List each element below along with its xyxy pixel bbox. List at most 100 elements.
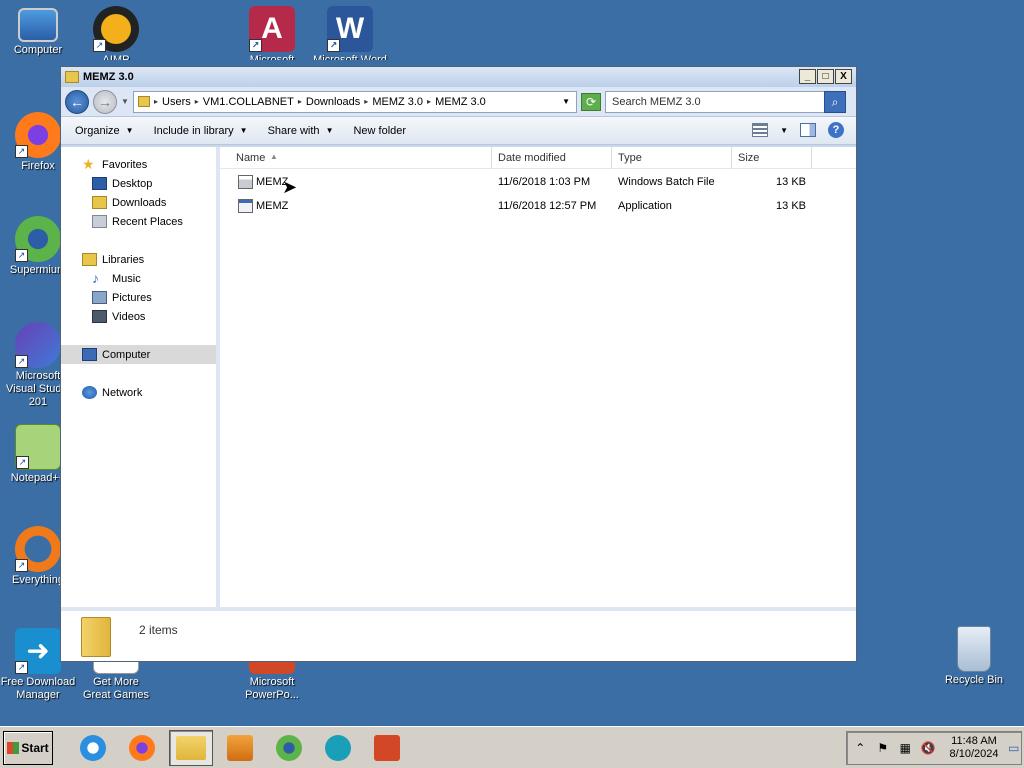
taskbar-firefox[interactable] xyxy=(120,730,164,766)
column-header-name-label: Name xyxy=(236,152,266,164)
libraries-icon xyxy=(82,253,97,266)
share-with-button[interactable]: Share with ▼ xyxy=(268,125,334,137)
desktop-icon-word[interactable]: W ↗ Microsoft Word xyxy=(312,6,388,60)
nav-videos[interactable]: Videos xyxy=(61,307,216,326)
organize-label: Organize xyxy=(75,124,120,137)
maximize-button[interactable]: □ xyxy=(817,69,834,84)
taskbar-media-player[interactable] xyxy=(218,730,262,766)
back-button[interactable]: ← xyxy=(65,89,89,114)
column-header-size[interactable]: Size xyxy=(732,147,812,169)
nav-desktop[interactable]: Desktop xyxy=(61,174,216,193)
taskbar-supermium[interactable] xyxy=(267,730,311,766)
taskbar-internet-explorer[interactable] xyxy=(71,730,115,766)
item-count: 2 items xyxy=(139,623,178,637)
chevron-right-icon[interactable]: ▸ xyxy=(364,97,368,106)
desktop-icon-recycle-bin[interactable]: Recycle Bin xyxy=(936,626,1012,687)
organize-button[interactable]: Organize ▼ xyxy=(75,125,134,137)
taskbar-accessibility[interactable] xyxy=(316,730,360,766)
table-row[interactable]: MEMZ 11/6/2018 12:57 PM Application 13 K… xyxy=(220,195,856,217)
new-folder-button[interactable]: New folder xyxy=(353,125,406,137)
breadcrumb-users[interactable]: Users xyxy=(162,96,191,108)
chevron-right-icon[interactable]: ▸ xyxy=(195,97,199,106)
accessibility-icon xyxy=(325,734,351,761)
details-pane: 2 items xyxy=(61,607,856,661)
new-folder-label: New folder xyxy=(353,124,407,137)
chevron-down-icon[interactable]: ▼ xyxy=(780,126,788,135)
search-input[interactable]: Search MEMZ 3.0 ⌕ xyxy=(605,90,846,113)
column-header-date[interactable]: Date modified xyxy=(492,147,612,169)
file-name: MEMZ xyxy=(256,200,289,212)
file-date: 11/6/2018 1:03 PM xyxy=(498,176,591,188)
application-icon xyxy=(238,199,253,213)
nav-favorites[interactable]: ★ Favorites xyxy=(61,155,216,174)
desktop-icon-computer[interactable]: Computer xyxy=(0,8,76,57)
clock[interactable]: 11:48 AM 8/10/2024 xyxy=(950,735,999,761)
forward-button[interactable]: → xyxy=(93,89,117,114)
nav-libraries[interactable]: Libraries xyxy=(61,250,216,269)
help-icon[interactable]: ? xyxy=(828,122,844,138)
show-hidden-icons-icon[interactable]: ⌃ xyxy=(853,741,868,755)
nav-network[interactable]: Network xyxy=(61,383,216,402)
taskbar-powerpoint[interactable] xyxy=(365,730,409,766)
nav-computer-label: Computer xyxy=(102,348,151,361)
clock-date: 8/10/2024 xyxy=(949,748,999,760)
powerpoint-icon xyxy=(374,734,400,761)
nav-downloads[interactable]: Downloads xyxy=(61,193,216,212)
nav-computer[interactable]: Computer xyxy=(61,345,216,364)
history-dropdown-icon[interactable]: ▼ xyxy=(121,97,129,106)
close-button[interactable]: X xyxy=(835,69,852,84)
minimize-button[interactable]: _ xyxy=(799,69,816,84)
nav-downloads-label: Downloads xyxy=(112,196,167,209)
navigation-pane[interactable]: ★ Favorites Desktop Downloads Recent Pla… xyxy=(61,147,220,609)
search-icon[interactable]: ⌕ xyxy=(824,90,846,113)
preview-pane-icon[interactable] xyxy=(800,123,816,137)
file-type: Windows Batch File xyxy=(618,176,715,188)
file-list[interactable]: Name ▲ Date modified Type Size MEMZ 11/6… xyxy=(220,147,856,609)
chevron-down-icon[interactable]: ▼ xyxy=(562,97,570,106)
breadcrumb[interactable]: ▸ Users ▸ VM1.COLLABNET ▸ Downloads ▸ ME… xyxy=(133,90,577,113)
taskbar: Start ⌃ ⚑ ▦ 🔇 11:48 AM 8/10/2024 ▭ xyxy=(0,726,1024,768)
computer-icon xyxy=(82,348,97,361)
chevron-right-icon[interactable]: ▸ xyxy=(154,97,158,106)
mouse-pointer-icon: ➤ xyxy=(282,177,298,197)
column-header-type[interactable]: Type xyxy=(612,147,732,169)
breadcrumb-memz-parent[interactable]: MEMZ 3.0 xyxy=(372,96,423,108)
show-desktop-icon[interactable]: ▭ xyxy=(1006,741,1021,755)
refresh-button[interactable]: ⟳ xyxy=(581,92,601,111)
downloads-folder-icon xyxy=(92,196,107,209)
desktop-icon-access[interactable]: A ↗ Microsoft xyxy=(234,6,310,60)
star-icon: ★ xyxy=(82,156,95,172)
firefox-icon: ↗ xyxy=(15,112,61,158)
fdm-icon: ➜ ↗ xyxy=(15,628,61,674)
nav-music[interactable]: ♪ Music xyxy=(61,269,216,288)
system-tray: ⌃ ⚑ ▦ 🔇 11:48 AM 8/10/2024 ▭ xyxy=(846,731,1022,765)
action-center-flag-icon[interactable]: ⚑ xyxy=(876,741,891,755)
desktop-icon-aimp[interactable]: ↗ AIMP xyxy=(78,6,154,60)
volume-muted-icon[interactable]: 🔇 xyxy=(921,741,936,755)
breadcrumb-user[interactable]: VM1.COLLABNET xyxy=(203,96,294,108)
breadcrumb-memz-current[interactable]: MEMZ 3.0 xyxy=(435,96,486,108)
access-icon: A ↗ xyxy=(249,6,295,52)
chevron-right-icon[interactable]: ▸ xyxy=(427,97,431,106)
nav-recent-places[interactable]: Recent Places xyxy=(61,212,216,231)
explorer-window[interactable]: MEMZ 3.0 _ □ X ← → ▼ ▸ Users ▸ VM1.COLLA… xyxy=(60,66,857,662)
everything-icon: ↗ xyxy=(15,526,61,572)
notepadpp-icon: ↗ xyxy=(15,424,61,470)
aimp-icon: ↗ xyxy=(93,6,139,52)
network-icon xyxy=(82,386,97,399)
include-in-library-button[interactable]: Include in library ▼ xyxy=(154,125,248,137)
folder-icon xyxy=(138,96,150,107)
nav-pictures[interactable]: Pictures xyxy=(61,288,216,307)
word-icon: W ↗ xyxy=(327,6,373,52)
network-tray-icon[interactable]: ▦ xyxy=(898,741,913,755)
taskbar-explorer[interactable] xyxy=(169,729,213,766)
view-options-icon[interactable] xyxy=(752,123,769,137)
title-bar[interactable]: MEMZ 3.0 _ □ X xyxy=(61,67,856,87)
column-header-name[interactable]: Name ▲ xyxy=(220,147,492,169)
table-row[interactable]: MEMZ 11/6/2018 1:03 PM Windows Batch Fil… xyxy=(220,171,856,193)
start-button[interactable]: Start xyxy=(3,730,53,765)
explorer-icon xyxy=(176,735,206,760)
breadcrumb-downloads[interactable]: Downloads xyxy=(306,96,360,108)
file-type: Application xyxy=(618,200,672,212)
chevron-right-icon[interactable]: ▸ xyxy=(298,97,302,106)
